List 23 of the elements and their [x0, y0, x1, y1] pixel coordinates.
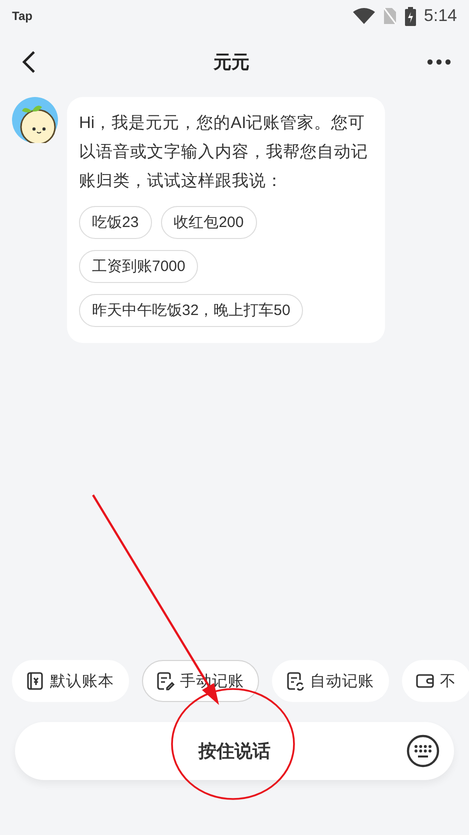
ledger-icon	[25, 671, 45, 691]
battery-charging-icon	[404, 6, 416, 26]
suggestion-chip[interactable]: 工资到账7000	[79, 250, 198, 283]
note-pen-icon	[155, 671, 175, 691]
quick-action-chip[interactable]: 默认账本	[12, 660, 129, 702]
hold-to-talk-button[interactable]: 按住说话	[192, 738, 276, 764]
app-label: Tap	[12, 9, 32, 23]
quick-action-chip[interactable]: 不	[402, 660, 469, 702]
sprout-avatar-icon	[12, 97, 58, 143]
more-button[interactable]	[427, 59, 451, 65]
wallet-icon	[415, 671, 435, 691]
keyboard-button[interactable]	[406, 734, 440, 768]
back-button[interactable]	[22, 50, 36, 74]
message-text: Hi，我是元元，您的AI记账管家。您可以语音或文字输入内容，我帮您自动记账归类，试试这样跟我说：	[79, 113, 369, 192]
suggestion-chip[interactable]: 吃饭23	[79, 206, 152, 239]
note-refresh-icon	[285, 671, 305, 691]
suggestion-chip[interactable]: 收红包200	[160, 206, 257, 239]
status-time: 5:14	[424, 6, 457, 26]
suggestion-chip[interactable]: 昨天中午吃饭32，晚上打车50	[79, 294, 304, 327]
quick-action-chip[interactable]: 自动记账	[272, 660, 389, 702]
wifi-icon	[352, 8, 375, 24]
chat-title: 元元	[212, 51, 250, 74]
no-sim-icon	[382, 7, 397, 25]
